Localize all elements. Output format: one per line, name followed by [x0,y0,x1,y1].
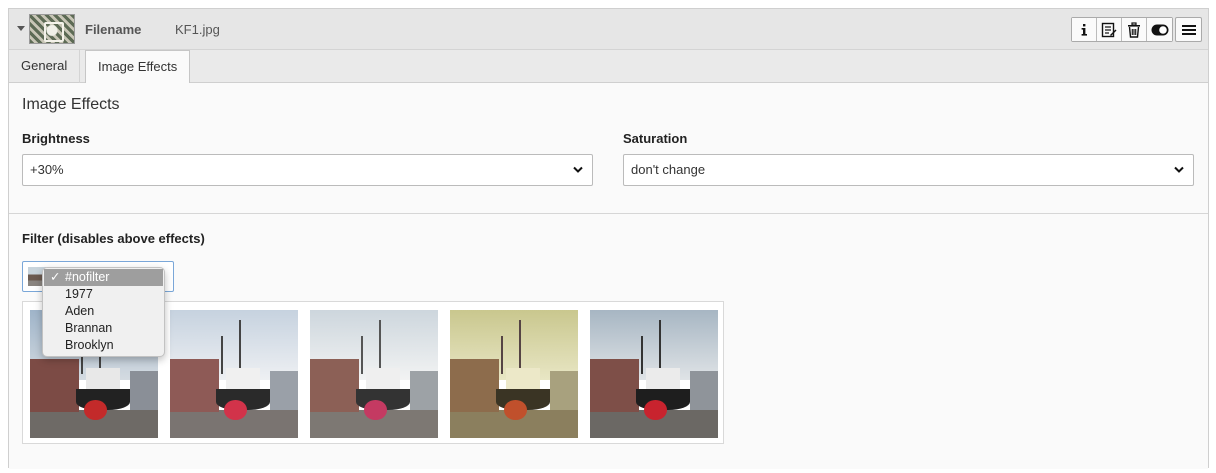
filter-preview-image[interactable] [590,310,718,438]
tab-general[interactable]: General [9,50,81,83]
filter-option[interactable]: Brooklyn [43,337,164,354]
collapse-caret-icon[interactable] [17,26,25,31]
delete-button[interactable] [1122,18,1147,41]
filter-preview-image[interactable] [450,310,578,438]
image-effects-section: Image Effects Brightness Saturation +30%… [9,83,1208,214]
filename-label: Filename [85,22,142,37]
saturation-label: Saturation [623,131,688,146]
brightness-value: +30% [30,162,64,177]
check-icon: ✓ [50,270,61,284]
brightness-label: Brightness [22,131,90,146]
filter-option[interactable]: 1977 [43,286,164,303]
panel-header: Filename KF1.jpg [9,9,1208,50]
saturation-select[interactable]: don't change [623,154,1194,186]
header-button-group [1071,17,1173,42]
menu-button[interactable] [1175,17,1202,42]
filename-value: KF1.jpg [175,22,220,37]
filter-option[interactable]: Brannan [43,320,164,337]
filter-preview-image[interactable] [310,310,438,438]
filter-label: Filter (disables above effects) [22,231,205,246]
delete-icon [1128,21,1140,38]
image-thumbnail [29,14,75,44]
info-button[interactable] [1072,18,1097,41]
saturation-value: don't change [631,162,706,177]
toggle-icon [1151,24,1168,35]
menu-icon [1181,24,1196,35]
filter-option[interactable]: ✓ #nofilter [44,269,163,286]
filter-dropdown-list: ✓ #nofilter 1977 Aden Brannan Brooklyn [42,267,165,357]
brightness-select[interactable]: +30% [22,154,593,186]
filter-preview-image[interactable] [170,310,298,438]
toggle-visibility-button[interactable] [1147,18,1172,41]
edit-icon [1101,22,1117,37]
chevron-down-icon [573,166,583,173]
tab-image-effects[interactable]: Image Effects [85,50,191,84]
section-title: Image Effects [22,96,120,113]
filter-section: Filter (disables above effects) [9,214,1208,469]
info-icon [1081,23,1087,36]
tab-bar: General Image Effects [9,50,1208,84]
edit-button[interactable] [1097,18,1122,41]
file-reference-panel: Filename KF1.jpg General Image Effects I… [8,8,1209,469]
chevron-down-icon [1174,166,1184,173]
filter-option[interactable]: Aden [43,303,164,320]
